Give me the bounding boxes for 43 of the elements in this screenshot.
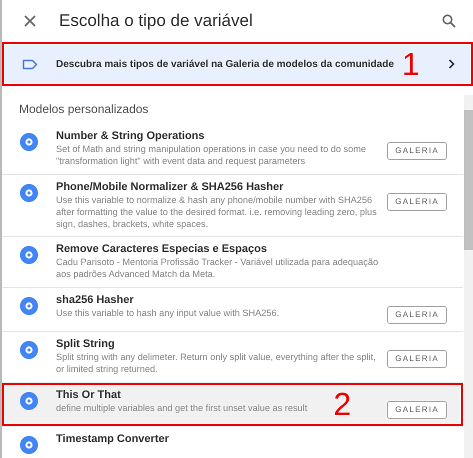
annotation-number: 2 (333, 388, 352, 420)
template-row[interactable]: Split String Split string with any delimeter. Return only split value, everything after the split, or limited string returned. GALERIA (2, 332, 463, 383)
gear-icon (20, 341, 38, 360)
search-icon[interactable] (442, 14, 456, 28)
gallery-button[interactable]: GALERIA (387, 350, 447, 368)
close-icon[interactable] (24, 15, 36, 27)
gallery-button[interactable]: GALERIA (387, 192, 447, 211)
gallery-button[interactable]: GALERIA (387, 400, 447, 419)
tag-icon (22, 58, 38, 70)
template-title: Number & String Operations (56, 129, 206, 144)
template-row[interactable]: Remove Caracteres Especias e Espaços Cadu Parisoto - Mentoria Profissão Tracker - Variável utilizada para adequação aos padrões Advanced Match da Meta. (2, 237, 463, 288)
template-title: Timestamp Converter (56, 432, 170, 447)
gear-icon (20, 436, 38, 454)
template-title: Split String (56, 337, 116, 352)
template-row[interactable]: Number & String Operations Set of Math and string manipulation operations in case you need to do some "transformation light" with event data and request parameters GALERIA (2, 124, 463, 175)
annotation-number: 1 (402, 48, 420, 80)
gallery-banner[interactable]: Descubra mais tipos de variável na Galeria de modelos da comunidade 1 (2, 42, 473, 86)
template-title: Phone/Mobile Normalizer & SHA256 Hasher (56, 180, 284, 195)
gear-icon (20, 297, 38, 316)
template-row[interactable]: This Or That define multiple variables and get the first unset value as result 2 GALERIA (2, 382, 463, 427)
template-description: Use this variable to hash any input value with SHA256. (56, 308, 280, 320)
gallery-button[interactable]: GALERIA (387, 142, 447, 160)
template-description: Set of Math and string manipulation operations in case you need to do some "transformation light" with event data and request parameters (56, 144, 368, 168)
gallery-button[interactable]: GALERIA (387, 306, 447, 324)
gear-icon (20, 246, 38, 264)
template-title: This Or That (56, 388, 122, 403)
gear-icon (20, 392, 38, 410)
template-title: sha256 Hasher (56, 293, 135, 308)
template-description: Cadu Parisoto - Mentoria Profissão Tracker - Variável utilizada para adequação aos padrões Advanced Match da Meta. (56, 257, 380, 282)
gear-icon (20, 133, 38, 151)
chevron-right-icon (448, 59, 455, 69)
template-title: Remove Caracteres Especias e Espaços (56, 242, 268, 258)
section-heading: Modelos personalizados (18, 101, 150, 118)
scrollbar-thumb[interactable] (464, 110, 473, 250)
banner-text: Descubra mais tipos de variável na Galeria de modelos da comunidade (56, 58, 394, 72)
template-description: Use this variable to normalize & hash any phone/mobile number with SHA256 after formatting the value to the desired format. i.e. removing leading zero, plus sign, dashes, brackets, white spaces. (56, 194, 378, 230)
dialog-title: Escolha o tipo de variável (59, 10, 253, 32)
gear-icon (20, 184, 38, 202)
template-description: define multiple variables and get the first unset value as result (56, 402, 308, 415)
template-row[interactable]: Timestamp Converter (2, 426, 463, 458)
template-description: Split string with any delimeter. Return only split value, everything after the split, or limited string returned. (56, 352, 377, 376)
template-row[interactable]: sha256 Hasher Use this variable to hash any input value with SHA256. GALERIA (2, 288, 463, 332)
scrollbar-track[interactable] (464, 95, 473, 458)
